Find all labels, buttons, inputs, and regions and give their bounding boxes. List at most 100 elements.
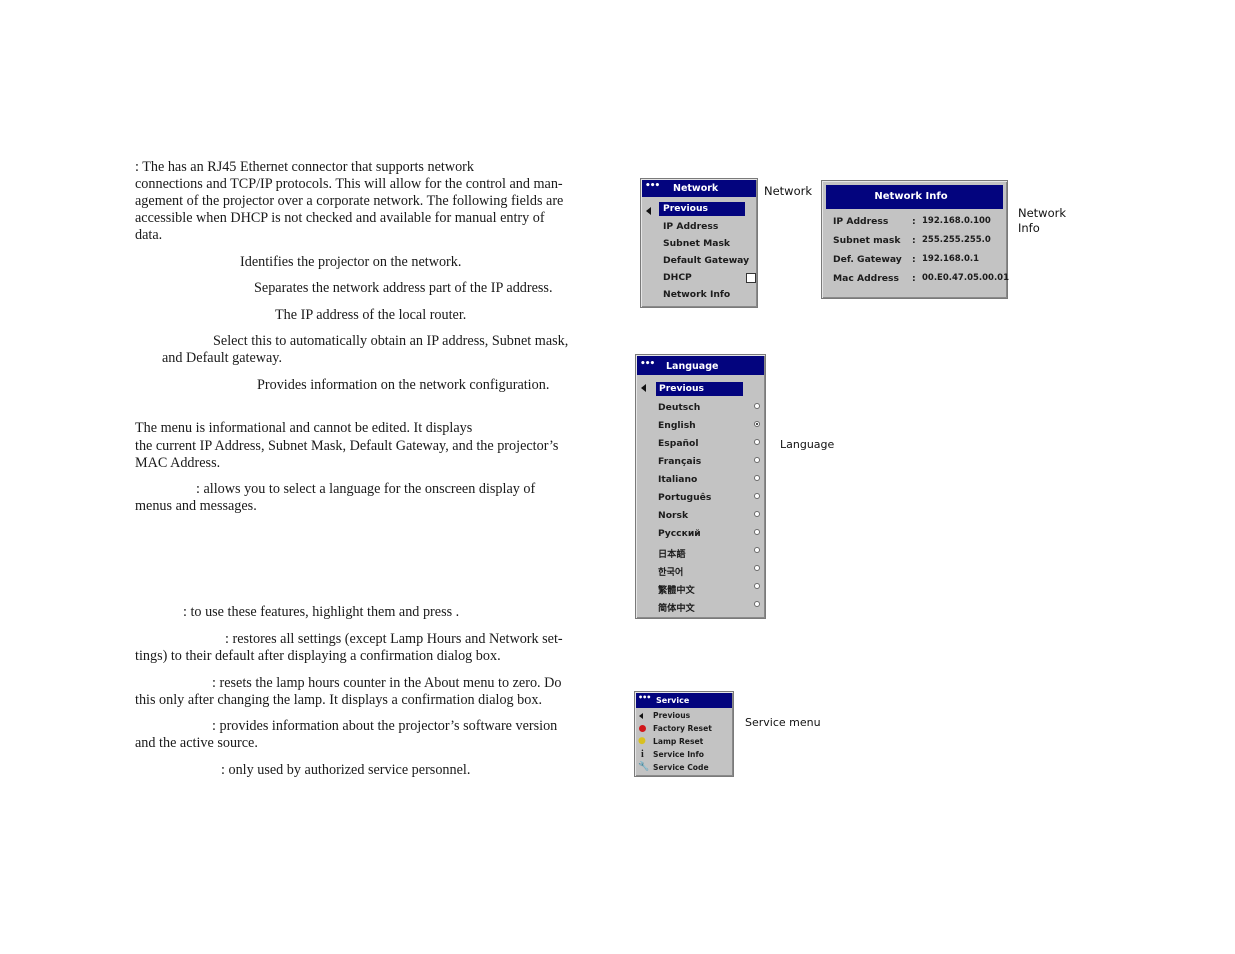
language-radio-button[interactable] [754,547,760,553]
language-para-line-1: : allows you to select a language for th… [196,481,536,497]
network-intro-line-2: connections and TCP/IP protocols. This w… [135,176,563,192]
menu-dots-icon: ••• [640,359,655,369]
language-option[interactable]: Norsk [658,510,688,521]
menu-dots-icon: ••• [638,693,651,702]
language-radio-button[interactable] [754,601,760,607]
network-menu-item-subnet-mask[interactable]: Subnet Mask [663,238,730,249]
subnet-mask-description: Separates the network address part of th… [254,280,553,296]
left-arrow-icon [639,713,643,719]
language-radio-button[interactable] [754,565,760,571]
service-menu-item-lamp-reset[interactable]: Lamp Reset [653,737,703,746]
service-menu: ••• Service Previous Factory Reset ● Lam… [634,691,734,777]
network-menu-item-previous[interactable]: Previous [659,202,745,216]
network-info-title: Network Info [874,191,948,202]
info-label: Subnet mask [833,235,901,246]
network-info-row-mac: Mac Address : 00.E0.47.05.00.01 [833,273,1009,284]
service-menu-item-previous[interactable]: Previous [653,711,690,720]
service-menu-item-factory-reset[interactable]: Factory Reset [653,724,712,733]
network-menu-item-network-info[interactable]: Network Info [663,289,730,300]
service-menu-title: Service [656,696,690,705]
default-gateway-description: The IP address of the local router. [275,307,467,323]
info-value: 00.E0.47.05.00.01 [922,273,1010,283]
service-intro: : to use these features, highlight them … [183,604,460,620]
lightbulb-icon: ● [638,736,646,746]
language-option[interactable]: English [658,420,696,431]
network-info-row-ip: IP Address : 192.168.0.100 [833,216,991,227]
language-menu-title-bar: ••• Language [637,356,764,375]
language-menu-item-previous[interactable]: Previous [656,382,743,396]
ip-address-description: Identifies the projector on the network. [240,254,462,270]
language-radio-button[interactable] [754,457,760,463]
info-separator: : [912,254,916,265]
network-info-caption-line-1: Network [1018,206,1067,220]
info-separator: : [912,273,916,284]
network-info-row-gateway: Def. Gateway : 192.168.0.1 [833,254,979,265]
language-radio-button[interactable] [754,493,760,499]
netinfo-para-line-2: the current IP Address, Subnet Mask, Def… [135,438,559,454]
service-menu-caption: Service menu [745,716,821,729]
info-label: Def. Gateway [833,254,902,265]
info-label: IP Address [833,216,889,227]
language-option[interactable]: Deutsch [658,402,700,413]
language-radio-button[interactable] [754,421,760,427]
language-option[interactable]: Русский [658,528,701,539]
network-info-title-bar: Network Info [826,185,1003,209]
service-menu-item-service-code[interactable]: Service Code [653,763,709,772]
network-menu: ••• Network Previous IP Address Subnet M… [640,178,758,308]
language-option[interactable]: 繁體中文 [658,582,695,596]
language-radio-button[interactable] [754,583,760,589]
network-menu-item-default-gateway[interactable]: Default Gateway [663,255,749,266]
factory-reset-line-1: : restores all settings (except Lamp Hou… [225,631,563,647]
language-radio-button[interactable] [754,511,760,517]
network-intro-line-5: data. [135,227,163,243]
network-info-description: Provides information on the network conf… [257,377,550,393]
netinfo-para-line-3: MAC Address. [135,455,221,471]
left-arrow-icon [646,207,651,215]
network-menu-item-ip-address[interactable]: IP Address [663,221,718,232]
network-menu-item-dhcp[interactable]: DHCP [663,272,692,283]
left-arrow-icon [641,384,646,392]
network-intro-line-4: accessible when DHCP is not checked and … [135,210,545,226]
network-intro-line-1: : The has an RJ45 Ethernet connector tha… [135,159,474,175]
network-info-row-subnet: Subnet mask : 255.255.255.0 [833,235,991,246]
network-menu-title-bar: ••• Network [642,180,756,197]
network-info-panel: Network Info IP Address : 192.168.0.100 … [821,180,1009,299]
info-value: 192.168.0.1 [922,254,980,264]
info-icon: i [641,749,644,760]
service-menu-item-service-info[interactable]: Service Info [653,750,704,759]
network-menu-caption: Network [764,184,813,198]
network-intro-line-3: agement of the projector over a corporat… [135,193,564,209]
info-value: 192.168.0.100 [922,216,991,226]
language-option[interactable]: Italiano [658,474,697,485]
language-menu-caption: Language [780,438,835,451]
factory-reset-line-2: tings) to their default after displaying… [135,648,501,664]
language-radio-button[interactable] [754,439,760,445]
menu-dots-icon: ••• [645,181,660,191]
language-option[interactable]: Português [658,492,711,503]
language-radio-button[interactable] [754,475,760,481]
service-info-line-1: : provides information about the project… [212,718,558,734]
language-menu: ••• Language Previous Deutsch English Espa… [635,354,766,619]
language-option[interactable]: Español [658,438,699,449]
language-option[interactable]: Français [658,456,701,467]
language-radio-button[interactable] [754,403,760,409]
language-option[interactable]: 简体中文 [658,600,695,614]
service-info-line-2: and the active source. [135,735,258,751]
service-code-description: : only used by authorized service person… [221,762,471,778]
network-menu-title: Network [673,183,719,194]
info-separator: : [912,216,916,227]
language-option[interactable]: 日本語 [658,546,686,560]
lamp-reset-line-2: this only after changing the lamp. It di… [135,692,543,708]
netinfo-para-line-1: The menu is informational and cannot be … [135,420,473,436]
info-value: 255.255.255.0 [922,235,991,245]
language-menu-title: Language [666,361,719,372]
lamp-reset-line-1: : resets the lamp hours counter in the A… [212,675,562,691]
info-label: Mac Address [833,273,899,284]
dhcp-description-line-1: Select this to automatically obtain an I… [213,333,569,349]
language-option[interactable]: 한국어 [658,564,683,578]
wrench-icon: 🔧 [638,762,650,772]
language-radio-button[interactable] [754,529,760,535]
dhcp-checkbox[interactable] [746,273,756,283]
dhcp-description-line-2: and Default gateway. [162,350,283,366]
language-para-line-2: menus and messages. [135,498,257,514]
